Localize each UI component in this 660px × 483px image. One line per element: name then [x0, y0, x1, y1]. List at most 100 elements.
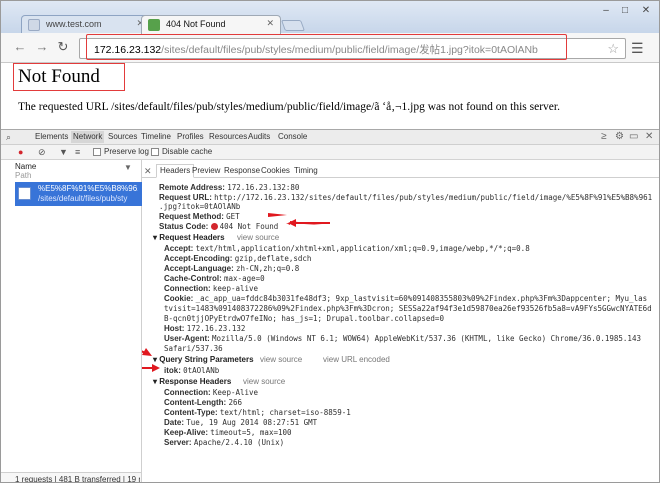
tab-resources[interactable]: Resources: [209, 132, 247, 141]
dock-icon[interactable]: ▭: [629, 131, 638, 142]
tab-title: www.test.com: [46, 19, 102, 29]
date-response: Date: Tue, 19 Aug 2014 08:27:51 GMT: [164, 418, 318, 427]
arrow-request-method: [268, 213, 287, 217]
content-type-response: Content-Type: text/html; charset=iso-885…: [164, 408, 351, 417]
clear-icon[interactable]: ⊘: [38, 147, 46, 158]
accept-language-header: Accept-Language: zh-CN,zh;q=0.8: [164, 264, 300, 273]
tab-sources[interactable]: Sources: [108, 132, 137, 141]
devtools-tabbar: ⌕ Elements Network Sources Timeline Prof…: [1, 130, 659, 145]
filter-icon[interactable]: ▼: [59, 147, 68, 157]
request-url-cont: .jpg?itok=0tAOlANb: [159, 202, 241, 211]
devtools-panel: ⌕ Elements Network Sources Timeline Prof…: [1, 129, 659, 483]
preserve-log-checkbox[interactable]: [93, 148, 101, 156]
disable-cache-checkbox[interactable]: [151, 148, 159, 156]
cookie-header: Cookie: _ac_app_ua=fddc84b3031fe48df3; 9…: [164, 294, 648, 303]
view-source-link[interactable]: view source: [243, 377, 285, 386]
request-row[interactable]: %E5%8F%91%E5%B8%96... /sites/default/fil…: [15, 182, 142, 206]
view-source-link[interactable]: view source: [260, 355, 302, 364]
page-title: Not Found: [18, 66, 100, 87]
column-path: Path: [15, 171, 32, 180]
tab-profiles[interactable]: Profiles: [177, 132, 204, 141]
preserve-log-label: Preserve log: [104, 147, 149, 156]
remote-address-row: Remote Address: 172.16.23.132:80: [159, 183, 300, 192]
connection-header: Connection: keep-alive: [164, 284, 259, 293]
cookie-header-cont: B-qcn0tjjOPyEtrdwO7feINo; has_js=1; Drup…: [164, 314, 444, 323]
status-error-icon: [210, 223, 218, 230]
tab-timing[interactable]: Timing: [294, 166, 318, 175]
arrow-query-head: [142, 348, 152, 356]
request-path: /sites/default/files/pub/sty: [38, 194, 128, 203]
tab-timeline[interactable]: Timeline: [141, 132, 171, 141]
search-icon[interactable]: ⌕: [6, 132, 11, 143]
gear-icon[interactable]: ⚙: [615, 131, 624, 142]
minimize-button[interactable]: –: [598, 5, 614, 16]
close-icon[interactable]: ✕: [266, 18, 274, 29]
response-headers-section[interactable]: ▾ Response Headers: [153, 377, 231, 386]
tab-bar: www.test.com ✕ 404 Not Found ✕ – □ ✕: [1, 1, 659, 34]
request-details: ✕ Headers Preview Response Cookies Timin…: [142, 160, 659, 482]
network-toolbar: ● ⊘ ▼ ≡ Preserve log Disable cache: [1, 145, 659, 160]
forward-icon[interactable]: →: [35, 40, 49, 54]
browser-window: www.test.com ✕ 404 Not Found ✕ – □ ✕ ← →…: [0, 0, 660, 483]
tab-www-test[interactable]: www.test.com ✕: [21, 15, 151, 34]
view-source-link[interactable]: view source: [237, 233, 279, 242]
arrow-query-line: [142, 350, 149, 355]
menu-icon[interactable]: ☰: [631, 40, 644, 57]
request-name: %E5%8F%91%E5%B8%96...: [38, 184, 138, 193]
back-icon[interactable]: ←: [13, 40, 27, 54]
cookie-header-cont: tvisit=1483%091408372286%09%2Findex.php%…: [164, 304, 652, 313]
maximize-button[interactable]: □: [617, 5, 633, 16]
host-header: Host: 172.16.23.132: [164, 324, 246, 333]
record-icon[interactable]: ●: [18, 147, 23, 157]
user-agent-header: User-Agent: Mozilla/5.0 (Windows NT 6.1;…: [164, 334, 641, 343]
keep-alive-response: Keep-Alive: timeout=5, max=100: [164, 428, 292, 437]
user-agent-cont: Safari/537.36: [164, 344, 223, 353]
status-summary: 1 requests | 481 B transferred | 19 m...: [15, 475, 140, 483]
status-code-row: Status Code: 404 Not Found: [159, 222, 279, 231]
request-list: Name Path ▼ %E5%8F%91%E5%B8%96... /sites…: [1, 160, 142, 472]
page-content: Not Found The requested URL /sites/defau…: [1, 63, 659, 129]
leaf-icon: [148, 19, 160, 31]
cache-control-header: Cache-Control: max-age=0: [164, 274, 265, 283]
arrow-status-head: [288, 219, 296, 227]
request-url-row: Request URL: http://172.16.23.132/sites/…: [159, 193, 653, 202]
tab-title: 404 Not Found: [166, 19, 226, 29]
server-response: Server: Apache/2.4.10 (Unix): [164, 438, 285, 447]
view-url-encoded-link[interactable]: view URL encoded: [323, 355, 390, 364]
column-name[interactable]: Name: [15, 162, 36, 171]
close-window-button[interactable]: ✕: [638, 5, 654, 16]
tab-404[interactable]: 404 Not Found ✕: [141, 15, 281, 34]
tab-headers[interactable]: Headers: [156, 164, 195, 178]
detail-tabbar: ✕ Headers Preview Response Cookies Timin…: [142, 164, 659, 178]
error-message: The requested URL /sites/default/files/p…: [18, 101, 560, 113]
query-params-section[interactable]: ▾ Query String Parameters: [153, 355, 254, 364]
disable-cache-label: Disable cache: [162, 147, 213, 156]
console-drawer-icon[interactable]: ≥: [601, 131, 607, 142]
star-icon[interactable]: ☆: [607, 41, 619, 57]
itok-param: itok: 0tAOlANb: [164, 366, 220, 375]
close-icon[interactable]: ✕: [645, 131, 653, 142]
accept-encoding-header: Accept-Encoding: gzip,deflate,sdch: [164, 254, 312, 263]
network-status-bar: 1 requests | 481 B transferred | 19 m...: [1, 472, 142, 483]
tab-response[interactable]: Response: [224, 166, 260, 175]
tab-cookies[interactable]: Cookies: [261, 166, 290, 175]
close-icon[interactable]: ✕: [144, 166, 152, 177]
tab-preview[interactable]: Preview: [192, 166, 220, 175]
tab-network[interactable]: Network: [71, 131, 105, 143]
arrow-status-code: [286, 221, 322, 225]
tab-console[interactable]: Console: [278, 132, 307, 141]
reload-icon[interactable]: ↻: [56, 40, 70, 54]
new-tab-button[interactable]: [280, 20, 306, 31]
tab-audits[interactable]: Audits: [248, 132, 270, 141]
request-method-row: Request Method: GET: [159, 212, 240, 221]
sort-arrow-icon[interactable]: ▼: [124, 163, 132, 172]
request-headers-section[interactable]: ▾ Request Headers: [153, 233, 225, 242]
accept-header: Accept: text/html,application/xhtml+xml,…: [164, 244, 530, 253]
document-icon: [18, 187, 31, 200]
content-length-response: Content-Length: 266: [164, 398, 242, 407]
list-view-icon[interactable]: ≡: [75, 147, 80, 157]
arrow-itok-head: [152, 364, 160, 372]
url-annotation-box: [86, 34, 567, 60]
tab-elements[interactable]: Elements: [35, 132, 68, 141]
page-icon: [28, 19, 40, 31]
